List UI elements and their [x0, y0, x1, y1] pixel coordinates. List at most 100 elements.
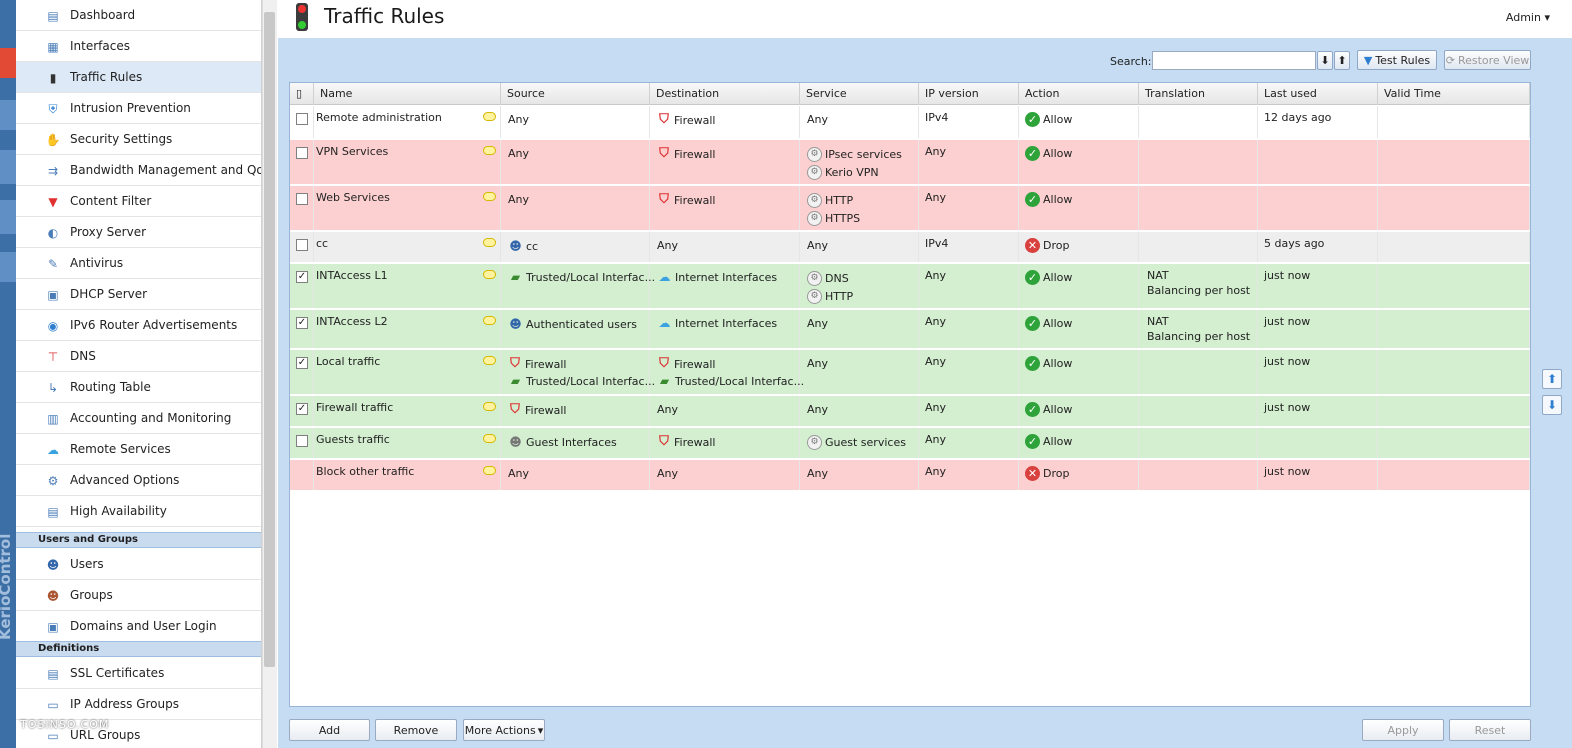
rule-service[interactable]: ⚙ IPsec services: [807, 147, 902, 162]
sidebar-item-ipv6-router-advertisements[interactable]: ◉ IPv6 Router Advertisements: [16, 310, 261, 341]
sidebar-item-high-availability[interactable]: ▤ High Availability: [16, 496, 261, 527]
comment-icon[interactable]: [483, 192, 496, 201]
remove-button[interactable]: Remove: [375, 719, 457, 741]
rule-source[interactable]: Any: [508, 113, 529, 126]
rule-source[interactable]: ▰ Trusted/Local Interfac...: [508, 271, 655, 285]
rule-action[interactable]: ✕ Drop: [1025, 238, 1069, 253]
more-actions-button[interactable]: More Actions ▾: [463, 719, 545, 741]
comment-icon[interactable]: [483, 356, 496, 365]
column-header-service[interactable]: Service: [800, 83, 919, 105]
column-header-last-used[interactable]: Last used: [1258, 83, 1378, 105]
rule-service[interactable]: ⚙ HTTP: [807, 289, 853, 304]
rule-service[interactable]: Any: [807, 403, 828, 416]
rule-source[interactable]: ☻ cc: [508, 239, 538, 254]
search-up-arrow-icon[interactable]: ⬆: [1334, 51, 1350, 70]
rule-destination[interactable]: Any: [657, 403, 678, 416]
sidebar-item-security-settings[interactable]: ✋ Security Settings: [16, 124, 261, 155]
table-row[interactable]: Block other traffic Any Any Any Any ✕ Drop just…: [290, 460, 1530, 492]
rule-destination[interactable]: ☁ Internet Interfaces: [657, 271, 778, 285]
rule-destination[interactable]: Any: [657, 467, 678, 480]
sidebar-item-proxy-server[interactable]: ◐ Proxy Server: [16, 217, 261, 248]
reset-button[interactable]: Reset: [1449, 719, 1531, 741]
rule-enabled-checkbox[interactable]: [296, 147, 308, 159]
rule-enabled-checkbox[interactable]: [296, 113, 308, 125]
rule-ip-version[interactable]: IPv4: [925, 237, 948, 250]
sidebar-item-remote-services[interactable]: ☁ Remote Services: [16, 434, 261, 465]
rule-destination[interactable]: Any: [657, 239, 678, 252]
sidebar-scroll-thumb[interactable]: [264, 12, 275, 667]
comment-icon[interactable]: [483, 270, 496, 279]
rule-action[interactable]: ✓ Allow: [1025, 192, 1072, 207]
table-row[interactable]: ✓ INTAccess L1 ▰ Trusted/Local Interfac... ☁…: [290, 264, 1530, 310]
rule-action[interactable]: ✓ Allow: [1025, 402, 1072, 417]
rule-service[interactable]: Any: [807, 239, 828, 252]
rule-service[interactable]: Any: [807, 467, 828, 480]
rule-action[interactable]: ✓ Allow: [1025, 270, 1072, 285]
comment-icon[interactable]: [483, 466, 496, 475]
rule-translation[interactable]: NAT: [1147, 269, 1169, 282]
rule-service[interactable]: Any: [807, 113, 828, 126]
rail-settings-icon[interactable]: [0, 100, 16, 130]
rule-source[interactable]: ▰ Trusted/Local Interfac...: [508, 375, 655, 389]
rule-source[interactable]: ☻ Authenticated users: [508, 317, 637, 332]
rule-translation[interactable]: NAT: [1147, 315, 1169, 328]
comment-icon[interactable]: [483, 146, 496, 155]
sidebar-item-groups[interactable]: ☻ Groups: [16, 580, 261, 611]
column-header-source[interactable]: Source: [501, 83, 650, 105]
rule-ip-version[interactable]: Any: [925, 315, 946, 328]
column-header-ip-version[interactable]: IP version: [919, 83, 1019, 105]
sidebar-item-antivirus[interactable]: ✎ Antivirus: [16, 248, 261, 279]
move-down-button[interactable]: ⬇: [1542, 395, 1562, 415]
rule-name[interactable]: Guests traffic: [316, 433, 390, 446]
rule-name[interactable]: INTAccess L2: [316, 315, 388, 328]
rule-destination[interactable]: ⛉ Firewall: [657, 147, 715, 161]
rule-service[interactable]: Any: [807, 357, 828, 370]
rail-globe-icon[interactable]: [0, 252, 16, 282]
rule-action[interactable]: ✓ Allow: [1025, 112, 1072, 127]
rule-source[interactable]: Any: [508, 147, 529, 160]
comment-icon[interactable]: [483, 238, 496, 247]
rule-name[interactable]: Local traffic: [316, 355, 380, 368]
rule-ip-version[interactable]: Any: [925, 269, 946, 282]
rule-ip-version[interactable]: Any: [925, 145, 946, 158]
restore-view-button[interactable]: ⟳ Restore View: [1444, 50, 1531, 70]
rule-destination[interactable]: ⛉ Firewall: [657, 193, 715, 207]
rule-source[interactable]: Any: [508, 193, 529, 206]
rule-destination[interactable]: ⛉ Firewall: [657, 435, 715, 449]
rule-source[interactable]: ⛉ Firewall: [508, 403, 566, 417]
rule-translation[interactable]: Balancing per host: [1147, 330, 1250, 343]
rule-enabled-checkbox[interactable]: [296, 435, 308, 447]
rule-destination[interactable]: ▰ Trusted/Local Interfac...: [657, 375, 804, 389]
comment-icon[interactable]: [483, 316, 496, 325]
rule-source[interactable]: ☻ Guest Interfaces: [508, 435, 617, 450]
rule-destination[interactable]: ⛉ Firewall: [657, 113, 715, 127]
rule-name[interactable]: VPN Services: [316, 145, 388, 158]
table-row[interactable]: ✓ Firewall traffic ⛉ Firewall Any Any Any ✓ Allo…: [290, 396, 1530, 428]
rule-action[interactable]: ✓ Allow: [1025, 356, 1072, 371]
column-header-destination[interactable]: Destination: [650, 83, 800, 105]
rule-ip-version[interactable]: Any: [925, 355, 946, 368]
sidebar-item-interfaces[interactable]: ▦ Interfaces: [16, 31, 261, 62]
table-row[interactable]: Remote administration Any ⛉ Firewall Any IPv4…: [290, 106, 1530, 140]
sidebar-item-ssl-certificates[interactable]: ▤ SSL Certificates: [16, 658, 261, 689]
rule-ip-version[interactable]: Any: [925, 433, 946, 446]
rule-enabled-checkbox[interactable]: ✓: [296, 317, 308, 329]
rule-service[interactable]: ⚙ HTTP: [807, 193, 853, 208]
move-up-button[interactable]: ⬆: [1542, 369, 1562, 389]
sidebar-item-traffic-rules[interactable]: ▮ Traffic Rules: [16, 62, 261, 93]
rule-ip-version[interactable]: IPv4: [925, 111, 948, 124]
rule-name[interactable]: cc: [316, 237, 328, 250]
rule-enabled-checkbox[interactable]: [296, 239, 308, 251]
sidebar-item-dns[interactable]: ⊤ DNS: [16, 341, 261, 372]
rule-name[interactable]: Firewall traffic: [316, 401, 393, 414]
rule-enabled-checkbox[interactable]: ✓: [296, 403, 308, 415]
rule-service[interactable]: ⚙ Guest services: [807, 435, 906, 450]
rule-service[interactable]: ⚙ DNS: [807, 271, 849, 286]
rule-name[interactable]: Block other traffic: [316, 465, 414, 478]
rule-source[interactable]: Any: [508, 467, 529, 480]
rule-name[interactable]: INTAccess L1: [316, 269, 388, 282]
sidebar-item-routing-table[interactable]: ↳ Routing Table: [16, 372, 261, 403]
sidebar-item-intrusion-prevention[interactable]: ⛨ Intrusion Prevention: [16, 93, 261, 124]
rule-service[interactable]: ⚙ HTTPS: [807, 211, 860, 226]
sidebar-item-ip-address-groups[interactable]: ▭ IP Address Groups: [16, 689, 261, 720]
